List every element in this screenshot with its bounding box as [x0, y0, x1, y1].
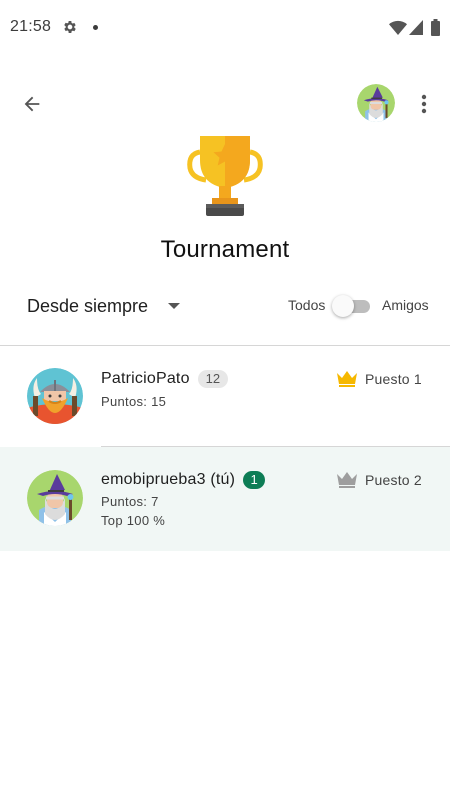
page-title: Tournament [160, 236, 290, 263]
leaderboard-row-current-user[interactable]: emobiprueba3 (tú) 1 Puntos: 7 Top 100 % … [0, 447, 450, 551]
rank-label: Puesto 2 [365, 472, 422, 488]
toggle-thumb [332, 295, 354, 317]
filter-all-label: Todos [288, 297, 326, 313]
time-range-selected: Desde siempre [27, 295, 149, 316]
player-name: PatricioPato [101, 370, 190, 387]
player-name-line: emobiprueba3 (tú) 1 [101, 471, 266, 489]
profile-avatar-button[interactable] [357, 84, 395, 122]
battery-icon [431, 19, 440, 36]
viking-avatar-icon [27, 368, 83, 424]
player-name-line: PatricioPato 12 [101, 370, 229, 388]
time-range-dropdown[interactable]: Desde siempre [27, 292, 181, 320]
settings-gear-icon [64, 21, 76, 33]
gold-crown-icon [337, 371, 357, 387]
friends-toggle-switch[interactable] [332, 295, 370, 317]
level-badge: 1 [243, 471, 266, 489]
wifi-icon [389, 20, 407, 35]
rank-label: Puesto 1 [365, 371, 422, 387]
more-vert-icon [421, 94, 427, 114]
notification-dot-icon [93, 25, 98, 30]
arrow-back-icon [24, 96, 40, 112]
wizard-avatar-icon [357, 84, 395, 122]
dropdown-arrow-icon [168, 303, 181, 309]
more-options-button[interactable] [412, 88, 436, 120]
wizard-avatar-icon [27, 470, 83, 526]
status-bar: 21:58 [0, 0, 450, 56]
player-avatar [27, 368, 83, 424]
player-top-percent: Top 100 % [101, 513, 166, 528]
player-name: emobiprueba3 (tú) [101, 471, 236, 488]
filter-friends-label: Amigos [382, 297, 429, 313]
rank-indicator: Puesto 2 [337, 472, 422, 488]
player-avatar [27, 470, 83, 526]
back-button[interactable] [16, 88, 48, 120]
status-time: 21:58 [10, 18, 52, 35]
silver-crown-icon [337, 472, 357, 488]
trophy-icon [187, 136, 263, 216]
level-badge: 12 [197, 370, 229, 388]
player-points: Puntos: 15 [101, 394, 167, 409]
player-points: Puntos: 7 [101, 494, 159, 509]
cell-signal-icon [409, 20, 423, 35]
leaderboard-row[interactable]: PatricioPato 12 Puntos: 15 Puesto 1 [0, 346, 450, 447]
rank-indicator: Puesto 1 [337, 371, 422, 387]
